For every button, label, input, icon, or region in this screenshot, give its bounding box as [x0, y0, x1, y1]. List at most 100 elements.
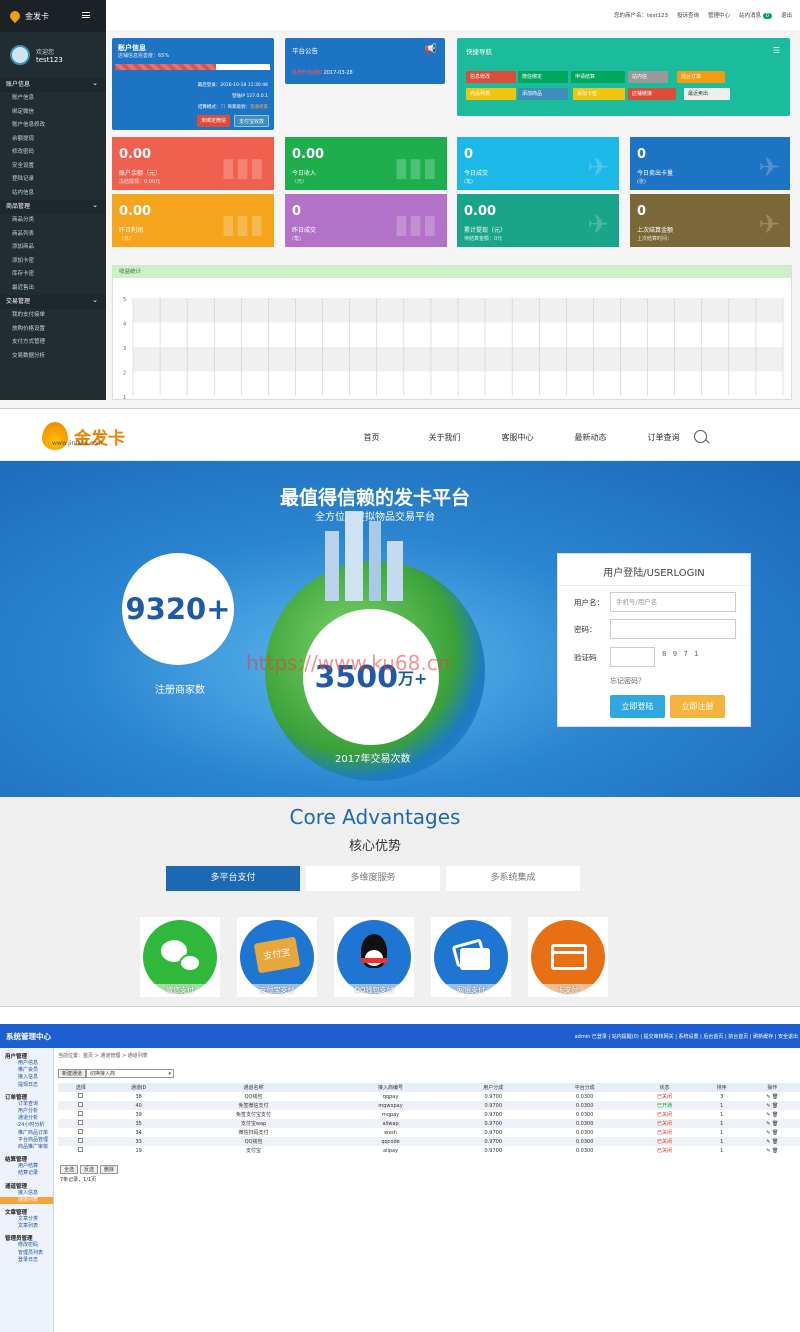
sidebar-item[interactable]: 最近售出 [0, 282, 106, 296]
nav-news[interactable]: 最新动态 [554, 432, 627, 443]
quick-button[interactable]: 最近卖出 [684, 88, 730, 100]
pay-bank[interactable]: 网银支付 [431, 917, 511, 997]
system-sidebar-group[interactable]: 用户管理 [0, 1052, 53, 1060]
row-checkbox[interactable] [78, 1111, 84, 1116]
pay-wechat[interactable]: 微信支付 [140, 917, 220, 997]
row-checkbox[interactable] [78, 1129, 84, 1134]
notice-item[interactable]: 系统升级通知 2017-03-28 [292, 69, 353, 76]
status-cell[interactable]: 已关闭 [630, 1110, 699, 1119]
row-checkbox[interactable] [78, 1102, 84, 1107]
trash-icon[interactable]: 🗑 [772, 1112, 778, 1118]
tab-multi-service[interactable]: 多维度服务 [306, 866, 440, 891]
system-sidebar-item[interactable]: 提现日志 [0, 1082, 53, 1089]
system-top-links[interactable]: admin 已登录 | 站内提醒(0) | 提交审核网关 | 系统设置 | 后台… [575, 1033, 798, 1040]
system-sidebar-item[interactable]: 结算记录 [0, 1170, 53, 1177]
trash-icon[interactable]: 🗑 [772, 1139, 778, 1145]
trash-icon[interactable]: 🗑 [772, 1094, 778, 1100]
status-cell[interactable]: 已开通 [630, 1101, 699, 1110]
quick-button[interactable]: 店铺链接 [628, 88, 676, 100]
system-sidebar-item[interactable]: 商品推广审核 [0, 1144, 53, 1151]
sidebar-group[interactable]: 账户信息 [0, 76, 106, 92]
sidebar-item[interactable]: 账户信息修改 [0, 119, 106, 133]
sidebar-item[interactable]: 放购价格设置 [0, 323, 106, 337]
sidebar-item[interactable]: 支付方式管理 [0, 336, 106, 350]
status-cell[interactable]: 已关闭 [630, 1137, 699, 1146]
system-sidebar-item[interactable]: 订单查询 [0, 1101, 53, 1108]
quick-button[interactable]: 添加商品 [518, 88, 568, 100]
sidebar-group[interactable]: 商品管理 [0, 198, 106, 214]
username-input[interactable]: 手机号/用户名 [610, 592, 736, 612]
sidebar-item[interactable]: 商品列表 [0, 228, 106, 242]
manage-center-link[interactable]: 管理中心 [708, 11, 730, 19]
sidebar-item[interactable]: 安全设置 [0, 160, 106, 174]
quick-button[interactable]: 微信绑定 [518, 71, 568, 83]
messages-link[interactable]: 站内消息 0 [739, 11, 772, 19]
search-icon[interactable] [694, 430, 707, 443]
trash-icon[interactable]: 🗑 [772, 1103, 778, 1109]
logout-link[interactable]: 退出 [781, 11, 792, 19]
row-checkbox[interactable] [78, 1093, 84, 1098]
sidebar-item[interactable]: 库存卡密 [0, 268, 106, 282]
status-cell[interactable]: 已关闭 [630, 1119, 699, 1128]
nav-order-query[interactable]: 订单查询 [627, 432, 700, 443]
status-cell[interactable]: 已关闭 [630, 1128, 699, 1137]
status-cell[interactable]: 已关闭 [630, 1092, 699, 1101]
pay-qq[interactable]: QQ钱包支付 [334, 917, 414, 997]
sidebar-item[interactable]: 添加卡密 [0, 255, 106, 269]
quick-button[interactable]: 站内信 [628, 71, 668, 83]
tab-multi-payment[interactable]: 多平台支付 [166, 866, 300, 891]
nav-about[interactable]: 关于我们 [408, 432, 481, 443]
system-sidebar-item[interactable]: 管理员列表 [0, 1250, 53, 1257]
row-checkbox[interactable] [78, 1138, 84, 1143]
system-sidebar-group[interactable]: 订单管理 [0, 1093, 53, 1101]
register-button[interactable]: 立即注册 [670, 695, 725, 718]
system-sidebar-item[interactable]: 平台商品管理 [0, 1137, 53, 1144]
captcha-input[interactable] [610, 647, 655, 667]
sidebar-group[interactable]: 交易管理 [0, 293, 106, 309]
system-sidebar-item[interactable]: 接入信息 [0, 1074, 53, 1081]
system-sidebar-item[interactable]: 文章列表 [0, 1223, 53, 1230]
sidebar-item[interactable]: 登陆记录 [0, 173, 106, 187]
sidebar-item[interactable]: 修改密码 [0, 146, 106, 160]
system-sidebar-item[interactable]: 修改密码 [0, 1242, 53, 1249]
sidebar-item[interactable]: 站内信息 [0, 187, 106, 201]
admin-logo[interactable]: 金发卡 [0, 0, 106, 32]
system-sidebar-group[interactable]: 通道管理 [0, 1182, 53, 1190]
captcha-image[interactable]: 8 9 7 1 [662, 650, 701, 658]
forgot-password-link[interactable]: 忘记密码？ [610, 676, 645, 686]
new-channel-button[interactable]: 新建通道 [58, 1069, 87, 1078]
system-sidebar-item[interactable]: 登录日志 [0, 1257, 53, 1264]
quick-button[interactable]: 商品列表 [466, 88, 516, 100]
sidebar-item[interactable]: 账户信息 [0, 92, 106, 106]
sidebar-item[interactable]: 绑定微信 [0, 106, 106, 120]
pay-card[interactable]: 卡支付 [528, 917, 608, 997]
sidebar-item[interactable]: 我的支付接单 [0, 309, 106, 323]
tab-multi-system[interactable]: 多系统集成 [446, 866, 580, 891]
system-sidebar-item[interactable]: 通道列表 [0, 1196, 53, 1205]
system-sidebar-item[interactable]: 接入信息 [0, 1190, 53, 1197]
trash-icon[interactable]: 🗑 [772, 1130, 778, 1136]
bind-wechat-button[interactable]: 未绑定微信 [197, 115, 231, 127]
trash-icon[interactable]: 🗑 [772, 1121, 778, 1127]
nav-support[interactable]: 客服中心 [481, 432, 554, 443]
invert-select-button[interactable]: 反选 [80, 1165, 99, 1174]
system-sidebar-item[interactable]: 推广商品订单 [0, 1130, 53, 1137]
sidebar-item[interactable]: 添加商品 [0, 241, 106, 255]
sidebar-item[interactable]: 交易数据分析 [0, 350, 106, 364]
quick-button[interactable]: 前台订单 [677, 71, 725, 83]
sidebar-item[interactable]: 商品分类 [0, 214, 106, 228]
system-sidebar-group[interactable]: 文章管理 [0, 1208, 53, 1216]
complaint-link[interactable]: 投诉查询 [677, 11, 699, 19]
system-sidebar-item[interactable]: 24小时分析 [0, 1122, 53, 1129]
alipay-receive-button[interactable]: 支付宝收款 [234, 115, 270, 127]
status-cell[interactable]: 已关闭 [630, 1146, 699, 1155]
pay-alipay[interactable]: 支付宝 支付宝支付 [237, 917, 317, 997]
hamburger-icon[interactable] [82, 12, 90, 18]
provider-select[interactable]: 切换接入商 ▾ [86, 1069, 174, 1078]
sidebar-item[interactable]: 余额提现 [0, 133, 106, 147]
row-checkbox[interactable] [78, 1120, 84, 1125]
quick-button[interactable]: 信息修改 [466, 71, 516, 83]
delete-button[interactable]: 删除 [100, 1165, 119, 1174]
login-button[interactable]: 立即登陆 [610, 695, 665, 718]
quick-button[interactable]: 添加卡密 [573, 88, 625, 100]
